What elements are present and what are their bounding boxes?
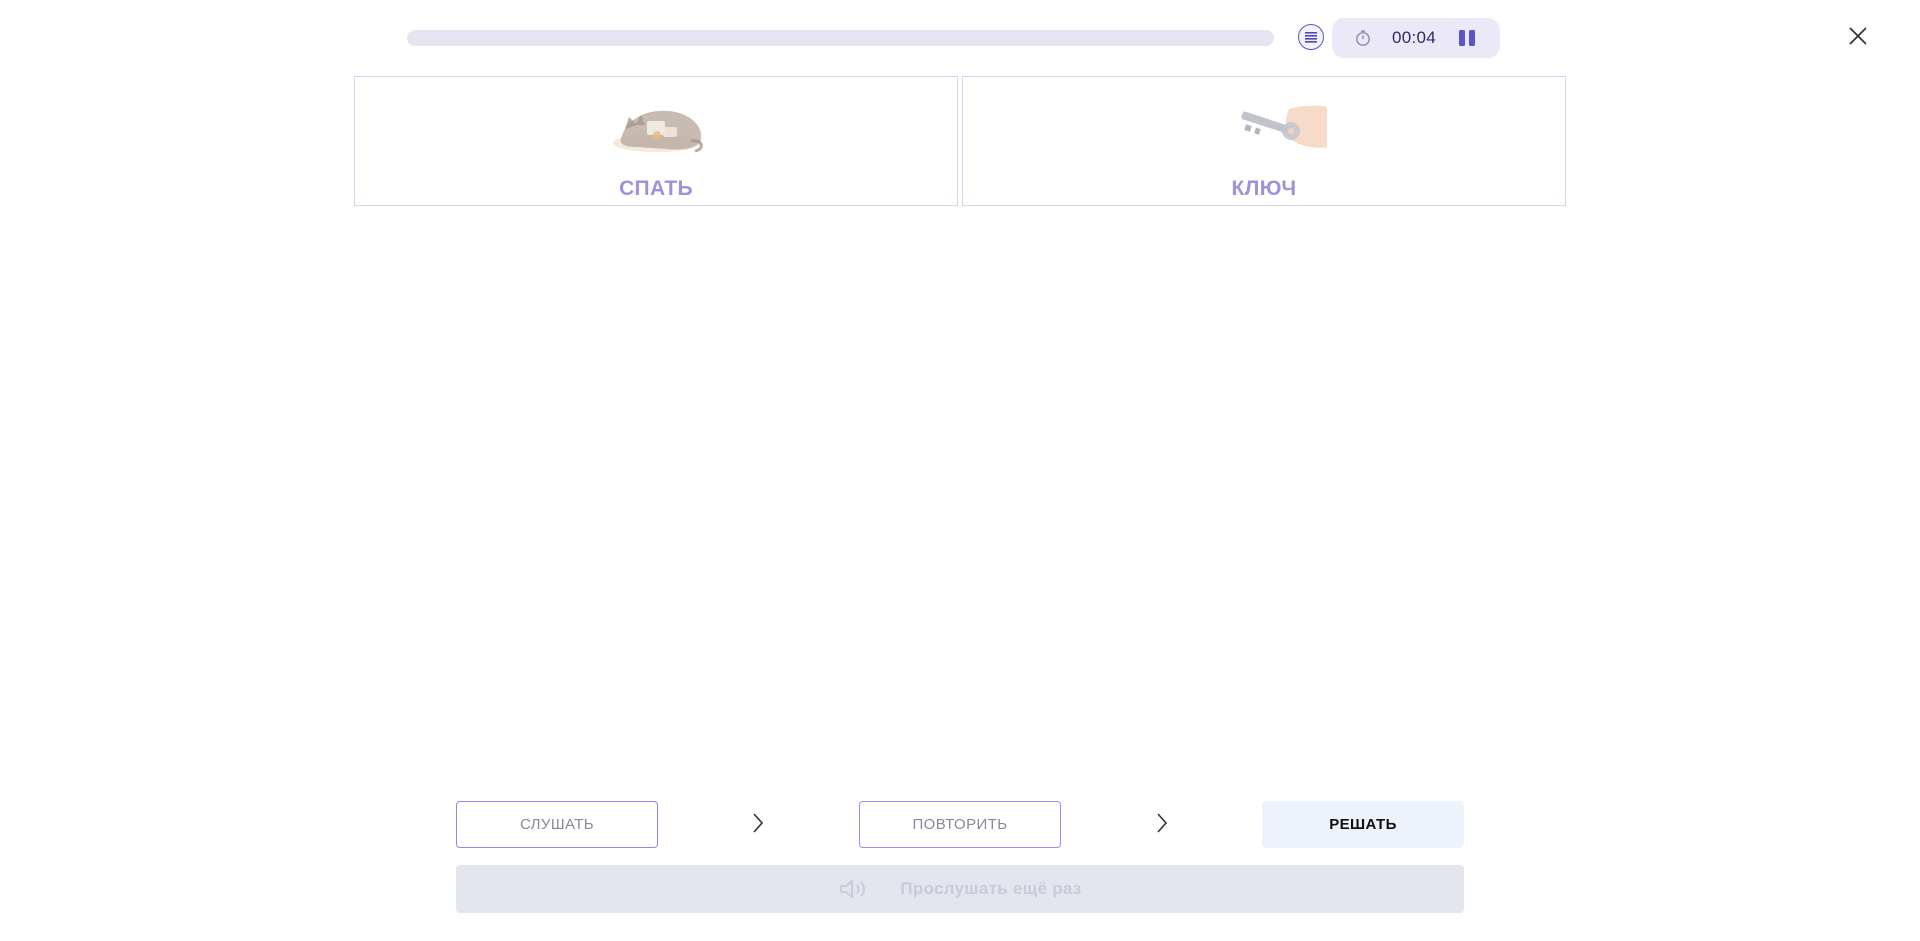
chevron-right-icon xyxy=(1157,813,1168,833)
word-card-key[interactable]: КЛЮЧ xyxy=(962,76,1566,206)
timer-panel: 00:04 xyxy=(1332,18,1500,58)
chevron-right-icon xyxy=(753,813,764,833)
stopwatch-icon xyxy=(1356,30,1370,46)
sleeping-cat-illustration xyxy=(613,110,703,153)
card-word: КЛЮЧ xyxy=(1231,177,1297,200)
solve-button[interactable]: РЕШАТЬ xyxy=(1262,801,1464,848)
close-button[interactable] xyxy=(1846,24,1870,48)
list-icon xyxy=(1305,32,1317,43)
close-icon xyxy=(1849,27,1867,45)
list-button[interactable] xyxy=(1298,24,1324,50)
key-in-hand-illustration xyxy=(1241,105,1327,148)
listen-button[interactable]: СЛУШАТЬ xyxy=(456,801,658,848)
timer-value: 00:04 xyxy=(1392,28,1437,47)
exercise-screen: 00:04 СПАТЬ КЛЮЧ СЛУШАТЬ ПОВТОРИТЬ РЕШАТ… xyxy=(0,0,1920,941)
speaker-icon xyxy=(840,880,866,898)
pause-button[interactable] xyxy=(1456,28,1478,48)
replay-label: Прослушать ещё раз xyxy=(900,879,1082,898)
replay-button[interactable]: Прослушать ещё раз xyxy=(456,865,1464,913)
repeat-button[interactable]: ПОВТОРИТЬ xyxy=(859,801,1061,848)
progress-bar xyxy=(407,30,1274,46)
card-word: СПАТЬ xyxy=(619,177,693,200)
word-card-sleep[interactable]: СПАТЬ xyxy=(354,76,958,206)
